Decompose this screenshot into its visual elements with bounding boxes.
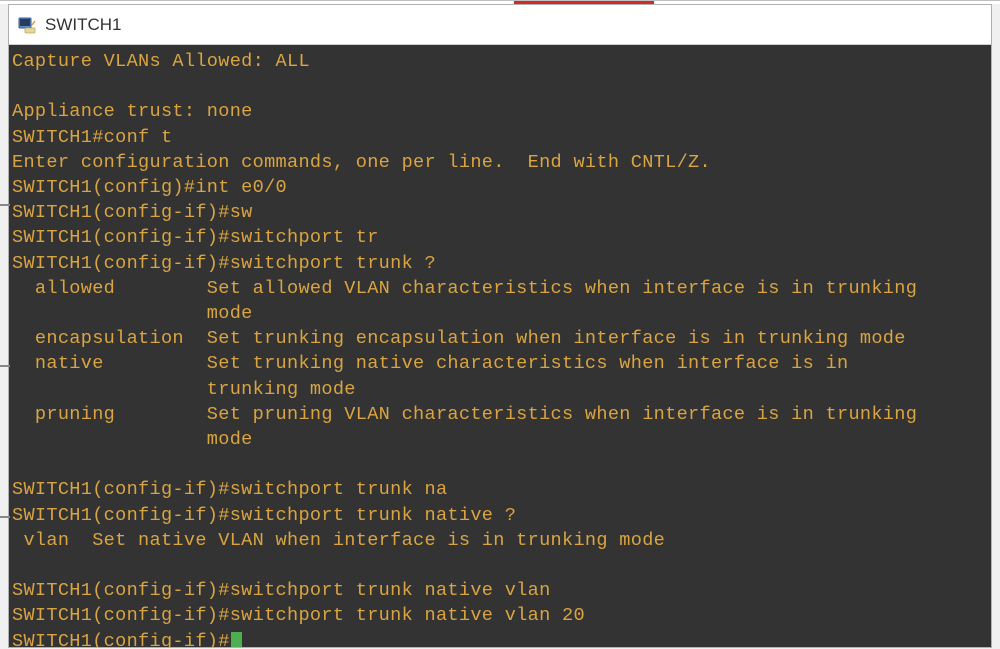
terminal-line: SWITCH1(config-if)#switchport trunk na bbox=[12, 477, 988, 502]
terminal-line: SWITCH1#conf t bbox=[12, 125, 988, 150]
terminal-line: allowed Set allowed VLAN characteristics… bbox=[12, 276, 988, 301]
terminal-line: vlan Set native VLAN when interface is i… bbox=[12, 528, 988, 553]
terminal-line: encapsulation Set trunking encapsulation… bbox=[12, 326, 988, 351]
terminal-line: SWITCH1(config-if)#switchport tr bbox=[12, 225, 988, 250]
putty-window: SWITCH1 Capture VLANs Allowed: ALL Applia… bbox=[8, 4, 992, 648]
terminal-output[interactable]: Capture VLANs Allowed: ALL Appliance trus… bbox=[9, 45, 991, 647]
terminal-prompt: SWITCH1(config-if)# bbox=[12, 631, 230, 647]
terminal-line bbox=[12, 553, 988, 578]
terminal-line bbox=[12, 452, 988, 477]
terminal-line: pruning Set pruning VLAN characteristics… bbox=[12, 402, 988, 427]
terminal-line: SWITCH1(config-if)#switchport trunk nati… bbox=[12, 603, 988, 628]
terminal-line: trunking mode bbox=[12, 377, 988, 402]
window-top-border bbox=[0, 0, 1000, 4]
accent-marker bbox=[514, 1, 654, 4]
terminal-line: Capture VLANs Allowed: ALL bbox=[12, 49, 988, 74]
terminal-line bbox=[12, 74, 988, 99]
terminal-line: SWITCH1(config-if)#switchport trunk nati… bbox=[12, 578, 988, 603]
terminal-prompt-line: SWITCH1(config-if)# bbox=[12, 629, 988, 647]
terminal-line: Appliance trust: none bbox=[12, 99, 988, 124]
terminal-line: SWITCH1(config-if)#sw bbox=[12, 200, 988, 225]
terminal-cursor bbox=[231, 632, 242, 647]
terminal-line: SWITCH1(config)#int e0/0 bbox=[12, 175, 988, 200]
titlebar[interactable]: SWITCH1 bbox=[9, 5, 991, 45]
terminal-line: Enter configuration commands, one per li… bbox=[12, 150, 988, 175]
terminal-line: SWITCH1(config-if)#switchport trunk nati… bbox=[12, 503, 988, 528]
terminal-line: mode bbox=[12, 427, 988, 452]
terminal-line: native Set trunking native characteristi… bbox=[12, 351, 988, 376]
left-rulers bbox=[0, 44, 8, 644]
window-title: SWITCH1 bbox=[45, 15, 122, 35]
terminal-line: mode bbox=[12, 301, 988, 326]
terminal-line: SWITCH1(config-if)#switchport trunk ? bbox=[12, 251, 988, 276]
putty-icon bbox=[17, 15, 37, 35]
